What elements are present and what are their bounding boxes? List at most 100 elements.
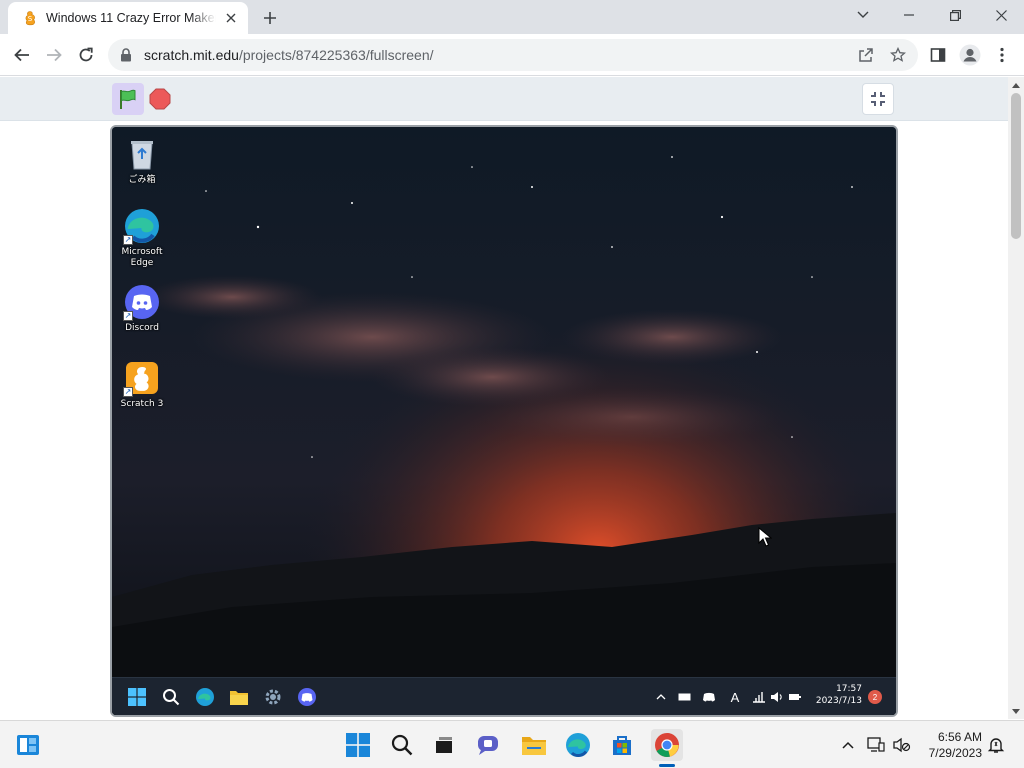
active-app-indicator: [659, 764, 675, 767]
scrollbar-thumb[interactable]: [1011, 93, 1021, 239]
kebab-menu-icon: [1000, 47, 1004, 63]
green-flag-button[interactable]: [112, 83, 144, 115]
edge-icon: [566, 733, 590, 757]
mouse-cursor-icon: [758, 527, 772, 547]
menu-button[interactable]: [988, 41, 1016, 69]
minimize-button[interactable]: [886, 0, 932, 30]
restore-icon: [949, 9, 961, 21]
url-path: /projects/874225363/fullscreen/: [238, 47, 434, 63]
start-icon: [346, 733, 370, 757]
file-explorer-icon: [522, 737, 546, 755]
back-button[interactable]: [8, 41, 36, 69]
stop-sign-icon: [149, 88, 171, 110]
tray-network-icon[interactable]: [750, 688, 768, 706]
scratch-stage[interactable]: ごみ箱 ↗ Microsoft Edge ↗ Discord ↗ Scratch…: [110, 125, 898, 717]
reload-button[interactable]: [72, 41, 100, 69]
task-view-button[interactable]: [428, 729, 460, 761]
simulated-clock[interactable]: 17:57 2023/7/13: [816, 683, 862, 707]
settings-icon[interactable]: [262, 686, 284, 708]
start-button[interactable]: [342, 729, 374, 761]
chat-icon: [478, 736, 498, 755]
profile-button[interactable]: [956, 41, 984, 69]
chrome-icon: [655, 733, 679, 757]
windows-start-icon[interactable]: [126, 686, 148, 708]
desktop-icon-label: Discord: [125, 323, 159, 333]
discord-icon: ↗: [123, 283, 161, 321]
new-tab-button[interactable]: [258, 6, 282, 30]
simulated-clock-date: 2023/7/13: [815, 696, 862, 706]
minimize-icon: [904, 14, 914, 16]
browser-tab-strip: S Windows 11 Crazy Error Maker 8: [0, 0, 1024, 34]
browser-tab[interactable]: S Windows 11 Crazy Error Maker 8: [8, 2, 248, 34]
tab-title: Windows 11 Crazy Error Maker 8: [46, 11, 216, 25]
desktop-icon-scratch[interactable]: ↗ Scratch 3: [112, 359, 172, 410]
system-clock-time: 6:56 AM: [937, 730, 982, 744]
search-icon: [391, 734, 413, 756]
close-icon: [995, 9, 1007, 21]
reload-icon: [79, 47, 93, 62]
shortcut-arrow-icon: ↗: [123, 235, 133, 245]
bookmark-star-icon[interactable]: [886, 43, 910, 67]
scroll-up-arrow-icon[interactable]: [1008, 77, 1024, 93]
task-view-icon: [436, 737, 452, 753]
tray-battery-icon[interactable]: [676, 688, 694, 706]
desktop-icon-discord[interactable]: ↗ Discord: [112, 283, 172, 334]
chat-button[interactable]: [472, 729, 504, 761]
page-scrollbar[interactable]: [1008, 77, 1024, 719]
scratch-page: ごみ箱 ↗ Microsoft Edge ↗ Discord ↗ Scratch…: [0, 77, 1008, 719]
store-button[interactable]: [606, 729, 638, 761]
green-flag-icon: [120, 89, 136, 109]
edge-button[interactable]: [562, 729, 594, 761]
side-panel-button[interactable]: [924, 41, 952, 69]
notification-bell-icon[interactable]: [986, 735, 1006, 755]
shortcut-arrow-icon: ↗: [123, 387, 133, 397]
search-button[interactable]: [386, 729, 418, 761]
system-clock-date: 7/29/2023: [928, 746, 982, 760]
restore-button[interactable]: [932, 0, 978, 30]
volume-muted-icon[interactable]: [892, 735, 912, 755]
browser-toolbar: scratch.mit.edu/projects/874225363/fulls…: [0, 34, 1024, 76]
tray-ime-indicator[interactable]: A: [726, 688, 744, 706]
tray-power-icon[interactable]: [786, 688, 804, 706]
recycle-bin-icon: [123, 135, 161, 173]
simulated-clock-time: 17:57: [836, 684, 862, 694]
desktop-icon-recycle-bin[interactable]: ごみ箱: [112, 135, 172, 186]
search-icon[interactable]: [160, 686, 182, 708]
widgets-icon: [17, 735, 39, 755]
tray-chevron-up-icon[interactable]: [652, 688, 670, 706]
side-panel-icon: [930, 48, 946, 62]
close-window-button[interactable]: [978, 0, 1024, 30]
tab-close-icon[interactable]: [222, 9, 240, 27]
share-icon[interactable]: [854, 43, 878, 67]
tray-volume-icon[interactable]: [768, 688, 786, 706]
stop-button[interactable]: [148, 87, 172, 111]
tray-discord-icon[interactable]: [700, 688, 718, 706]
desktop-icon-edge[interactable]: ↗ Microsoft Edge: [112, 207, 172, 269]
scratch-controls-bar: [0, 77, 1008, 121]
notification-badge[interactable]: 2: [868, 690, 882, 704]
scratch-icon: ↗: [123, 359, 161, 397]
tab-search-button[interactable]: [840, 0, 886, 30]
back-arrow-icon: [14, 48, 29, 62]
system-clock[interactable]: 6:56 AM 7/29/2023: [912, 729, 982, 761]
file-explorer-button[interactable]: [518, 729, 550, 761]
url-host: scratch.mit.edu: [144, 47, 239, 63]
svg-text:S: S: [28, 15, 33, 23]
show-hidden-icons-chevron-icon[interactable]: [838, 735, 858, 755]
lock-icon[interactable]: [120, 47, 136, 63]
discord-icon[interactable]: [296, 686, 318, 708]
night-sky-wallpaper: [112, 127, 896, 715]
edge-icon: ↗: [123, 207, 161, 245]
exit-fullscreen-button[interactable]: [862, 83, 894, 115]
widgets-button[interactable]: [12, 729, 44, 761]
scratch-favicon-icon: S: [25, 11, 36, 26]
forward-button[interactable]: [40, 41, 68, 69]
desktop-icon-label: Microsoft Edge: [121, 247, 163, 268]
address-bar[interactable]: scratch.mit.edu/projects/874225363/fulls…: [108, 39, 918, 71]
chrome-button[interactable]: [651, 729, 683, 761]
network-icon[interactable]: [866, 735, 886, 755]
edge-icon[interactable]: [194, 686, 216, 708]
scroll-down-arrow-icon[interactable]: [1008, 703, 1024, 719]
forward-arrow-icon: [47, 48, 62, 62]
file-explorer-icon[interactable]: [228, 686, 250, 708]
